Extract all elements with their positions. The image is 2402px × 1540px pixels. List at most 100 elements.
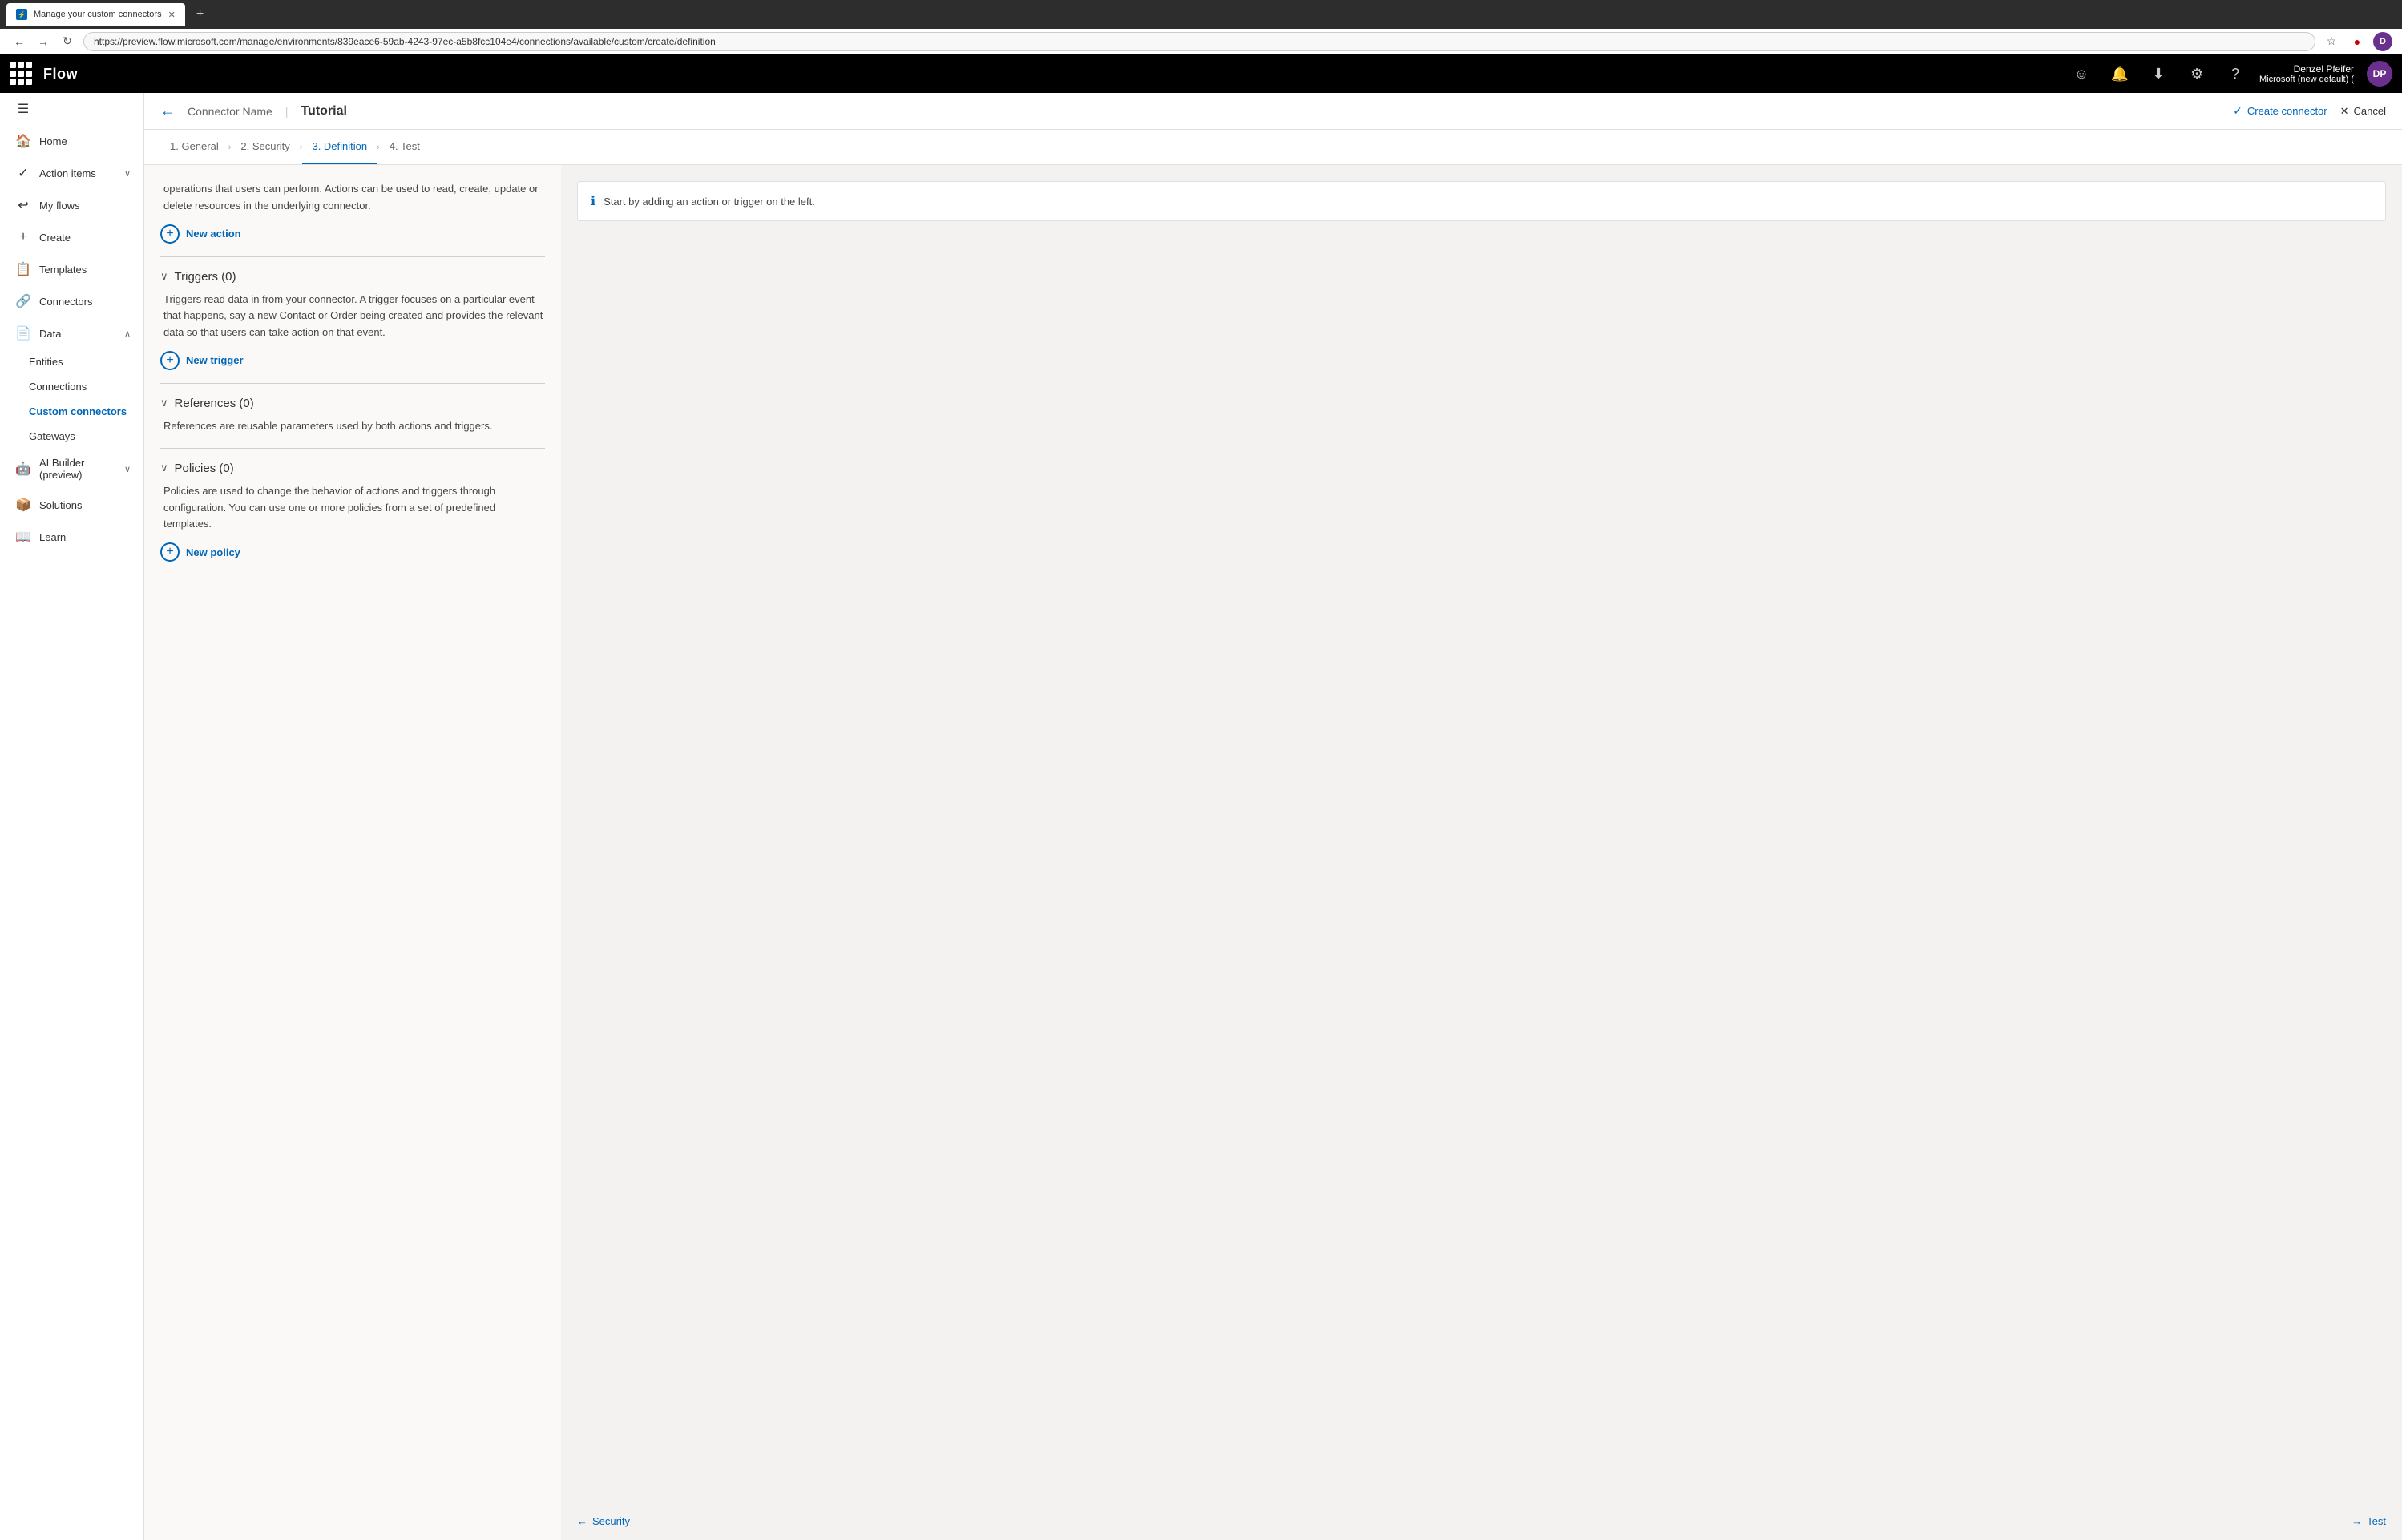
tab-favicon: ⚡: [16, 9, 27, 20]
references-description: References are reusable parameters used …: [160, 418, 545, 435]
action-items-chevron: ∨: [124, 168, 131, 179]
policies-title: Policies (0): [175, 462, 234, 475]
connector-name-label: Connector Name: [188, 105, 272, 118]
sidebar-item-templates[interactable]: 📋 Templates: [0, 253, 143, 285]
divider-references-policies: [160, 448, 545, 449]
info-icon: ℹ: [591, 193, 595, 209]
references-section: ∨ References (0) References are reusable…: [160, 397, 545, 435]
user-org: Microsoft (new default) (: [2259, 75, 2354, 84]
step-test[interactable]: 4. Test: [380, 130, 430, 164]
security-nav-back-icon: ←: [577, 1515, 587, 1527]
policies-header[interactable]: ∨ Policies (0): [160, 462, 545, 475]
security-nav-link[interactable]: ← Security: [577, 1515, 630, 1527]
triggers-section: ∨ Triggers (0) Triggers read data in fro…: [160, 270, 545, 370]
sidebar-item-connectors[interactable]: 🔗 Connectors: [0, 285, 143, 317]
sidebar-sub-item-entities[interactable]: Entities: [0, 349, 143, 374]
new-trigger-button[interactable]: + New trigger: [160, 351, 545, 370]
connector-title: Tutorial: [301, 104, 346, 119]
left-panel: operations that users can perform. Actio…: [144, 165, 561, 1540]
right-panel: ℹ Start by adding an action or trigger o…: [561, 165, 2402, 1540]
user-avatar[interactable]: DP: [2367, 61, 2392, 87]
sidebar-item-learn[interactable]: 📖 Learn: [0, 521, 143, 553]
policies-description: Policies are used to change the behavior…: [160, 483, 545, 533]
solutions-icon: 📦: [15, 497, 31, 513]
sidebar-home-label: Home: [39, 135, 131, 147]
app-container: Flow ☺ 🔔 ⬇ ⚙ ? Denzel Pfeifer Microsoft …: [0, 54, 2402, 1540]
divider-triggers-references: [160, 383, 545, 384]
sidebar-sub-item-custom-connectors[interactable]: Custom connectors: [0, 399, 143, 424]
create-connector-button[interactable]: ✓ Create connector: [2233, 104, 2327, 118]
references-header[interactable]: ∨ References (0): [160, 397, 545, 410]
waffle-menu-button[interactable]: [10, 62, 34, 86]
address-input[interactable]: [83, 32, 2315, 51]
nav-buttons: ← → ↻: [10, 32, 77, 51]
triggers-header[interactable]: ∨ Triggers (0): [160, 270, 545, 284]
sidebar-item-create[interactable]: + Create: [0, 221, 143, 253]
new-action-button[interactable]: + New action: [160, 224, 545, 244]
test-nav-label: Test: [2367, 1515, 2386, 1527]
header-actions: ✓ Create connector ✕ Cancel: [2233, 104, 2386, 118]
references-toggle-icon: ∨: [160, 397, 168, 409]
new-policy-button[interactable]: + New policy: [160, 542, 545, 562]
actions-section: operations that users can perform. Actio…: [160, 181, 545, 244]
cancel-x-icon: ✕: [2340, 105, 2349, 118]
forward-nav-button[interactable]: →: [34, 32, 53, 51]
triggers-title: Triggers (0): [175, 270, 236, 284]
back-button[interactable]: ←: [160, 103, 175, 119]
data-chevron: ∧: [124, 329, 131, 339]
sidebar-item-data[interactable]: 📄 Data ∧: [0, 317, 143, 349]
sidebar-templates-label: Templates: [39, 264, 131, 276]
home-icon: 🏠: [15, 133, 31, 149]
sidebar-item-home[interactable]: 🏠 Home: [0, 125, 143, 157]
sidebar-hamburger[interactable]: ☰: [0, 93, 143, 125]
step-general[interactable]: 1. General: [160, 130, 228, 164]
learn-icon: 📖: [15, 529, 31, 545]
sidebar-sub-item-connections[interactable]: Connections: [0, 374, 143, 399]
sidebar-connectors-label: Connectors: [39, 296, 131, 308]
sidebar-item-solutions[interactable]: 📦 Solutions: [0, 489, 143, 521]
download-button[interactable]: ⬇: [2144, 59, 2173, 88]
step-definition[interactable]: 3. Definition: [302, 130, 377, 164]
sidebar-ai-builder-label: AI Builder (preview): [39, 457, 116, 481]
extensions-icon[interactable]: ●: [2348, 32, 2367, 51]
browser-icons: ☆ ● D: [2322, 32, 2392, 51]
new-tab-button[interactable]: +: [192, 7, 208, 22]
user-name: Denzel Pfeifer: [2294, 63, 2354, 75]
user-info: Denzel Pfeifer Microsoft (new default) (: [2259, 63, 2354, 84]
sidebar-solutions-label: Solutions: [39, 499, 131, 511]
sidebar: ☰ 🏠 Home ✓ Action items ∨ ↩ My flows + C…: [0, 93, 144, 1540]
info-message: ℹ Start by adding an action or trigger o…: [577, 181, 2386, 221]
definition-area: operations that users can perform. Actio…: [144, 165, 2402, 1540]
data-icon: 📄: [15, 325, 31, 341]
back-nav-button[interactable]: ←: [10, 32, 29, 51]
sidebar-action-items-label: Action items: [39, 167, 116, 179]
cancel-button[interactable]: ✕ Cancel: [2340, 105, 2386, 118]
bookmark-icon[interactable]: ☆: [2322, 32, 2341, 51]
sidebar-item-action-items[interactable]: ✓ Action items ∨: [0, 157, 143, 189]
new-policy-plus-icon: +: [160, 542, 180, 562]
emoji-feedback-button[interactable]: ☺: [2067, 59, 2096, 88]
sidebar-sub-item-gateways[interactable]: Gateways: [0, 424, 143, 449]
tab-close-button[interactable]: ✕: [168, 10, 176, 20]
browser-profile-button[interactable]: D: [2373, 32, 2392, 51]
browser-tab[interactable]: ⚡ Manage your custom connectors ✕: [6, 3, 185, 26]
connector-header: ← Connector Name | Tutorial ✓ Create con…: [144, 93, 2402, 130]
policies-toggle-icon: ∨: [160, 462, 168, 474]
panel-bottom-navigation: ← Security Test →: [561, 1502, 2402, 1540]
help-button[interactable]: ?: [2221, 59, 2250, 88]
sidebar-item-ai-builder[interactable]: 🤖 AI Builder (preview) ∨: [0, 449, 143, 489]
actions-description: operations that users can perform. Actio…: [160, 181, 545, 215]
step-security[interactable]: 2. Security: [231, 130, 299, 164]
browser-chrome: ⚡ Manage your custom connectors ✕ +: [0, 0, 2402, 29]
app-logo: Flow: [43, 66, 78, 83]
step-navigation: 1. General › 2. Security › 3. Definition…: [144, 130, 2402, 165]
test-nav-link[interactable]: Test →: [2352, 1515, 2386, 1527]
test-nav-forward-icon: →: [2352, 1515, 2362, 1527]
app-bar: Flow ☺ 🔔 ⬇ ⚙ ? Denzel Pfeifer Microsoft …: [0, 54, 2402, 93]
divider-actions-triggers: [160, 256, 545, 257]
notifications-button[interactable]: 🔔: [2105, 59, 2134, 88]
sidebar-my-flows-label: My flows: [39, 200, 131, 212]
sidebar-item-my-flows[interactable]: ↩ My flows: [0, 189, 143, 221]
refresh-nav-button[interactable]: ↻: [58, 32, 77, 51]
settings-button[interactable]: ⚙: [2182, 59, 2211, 88]
